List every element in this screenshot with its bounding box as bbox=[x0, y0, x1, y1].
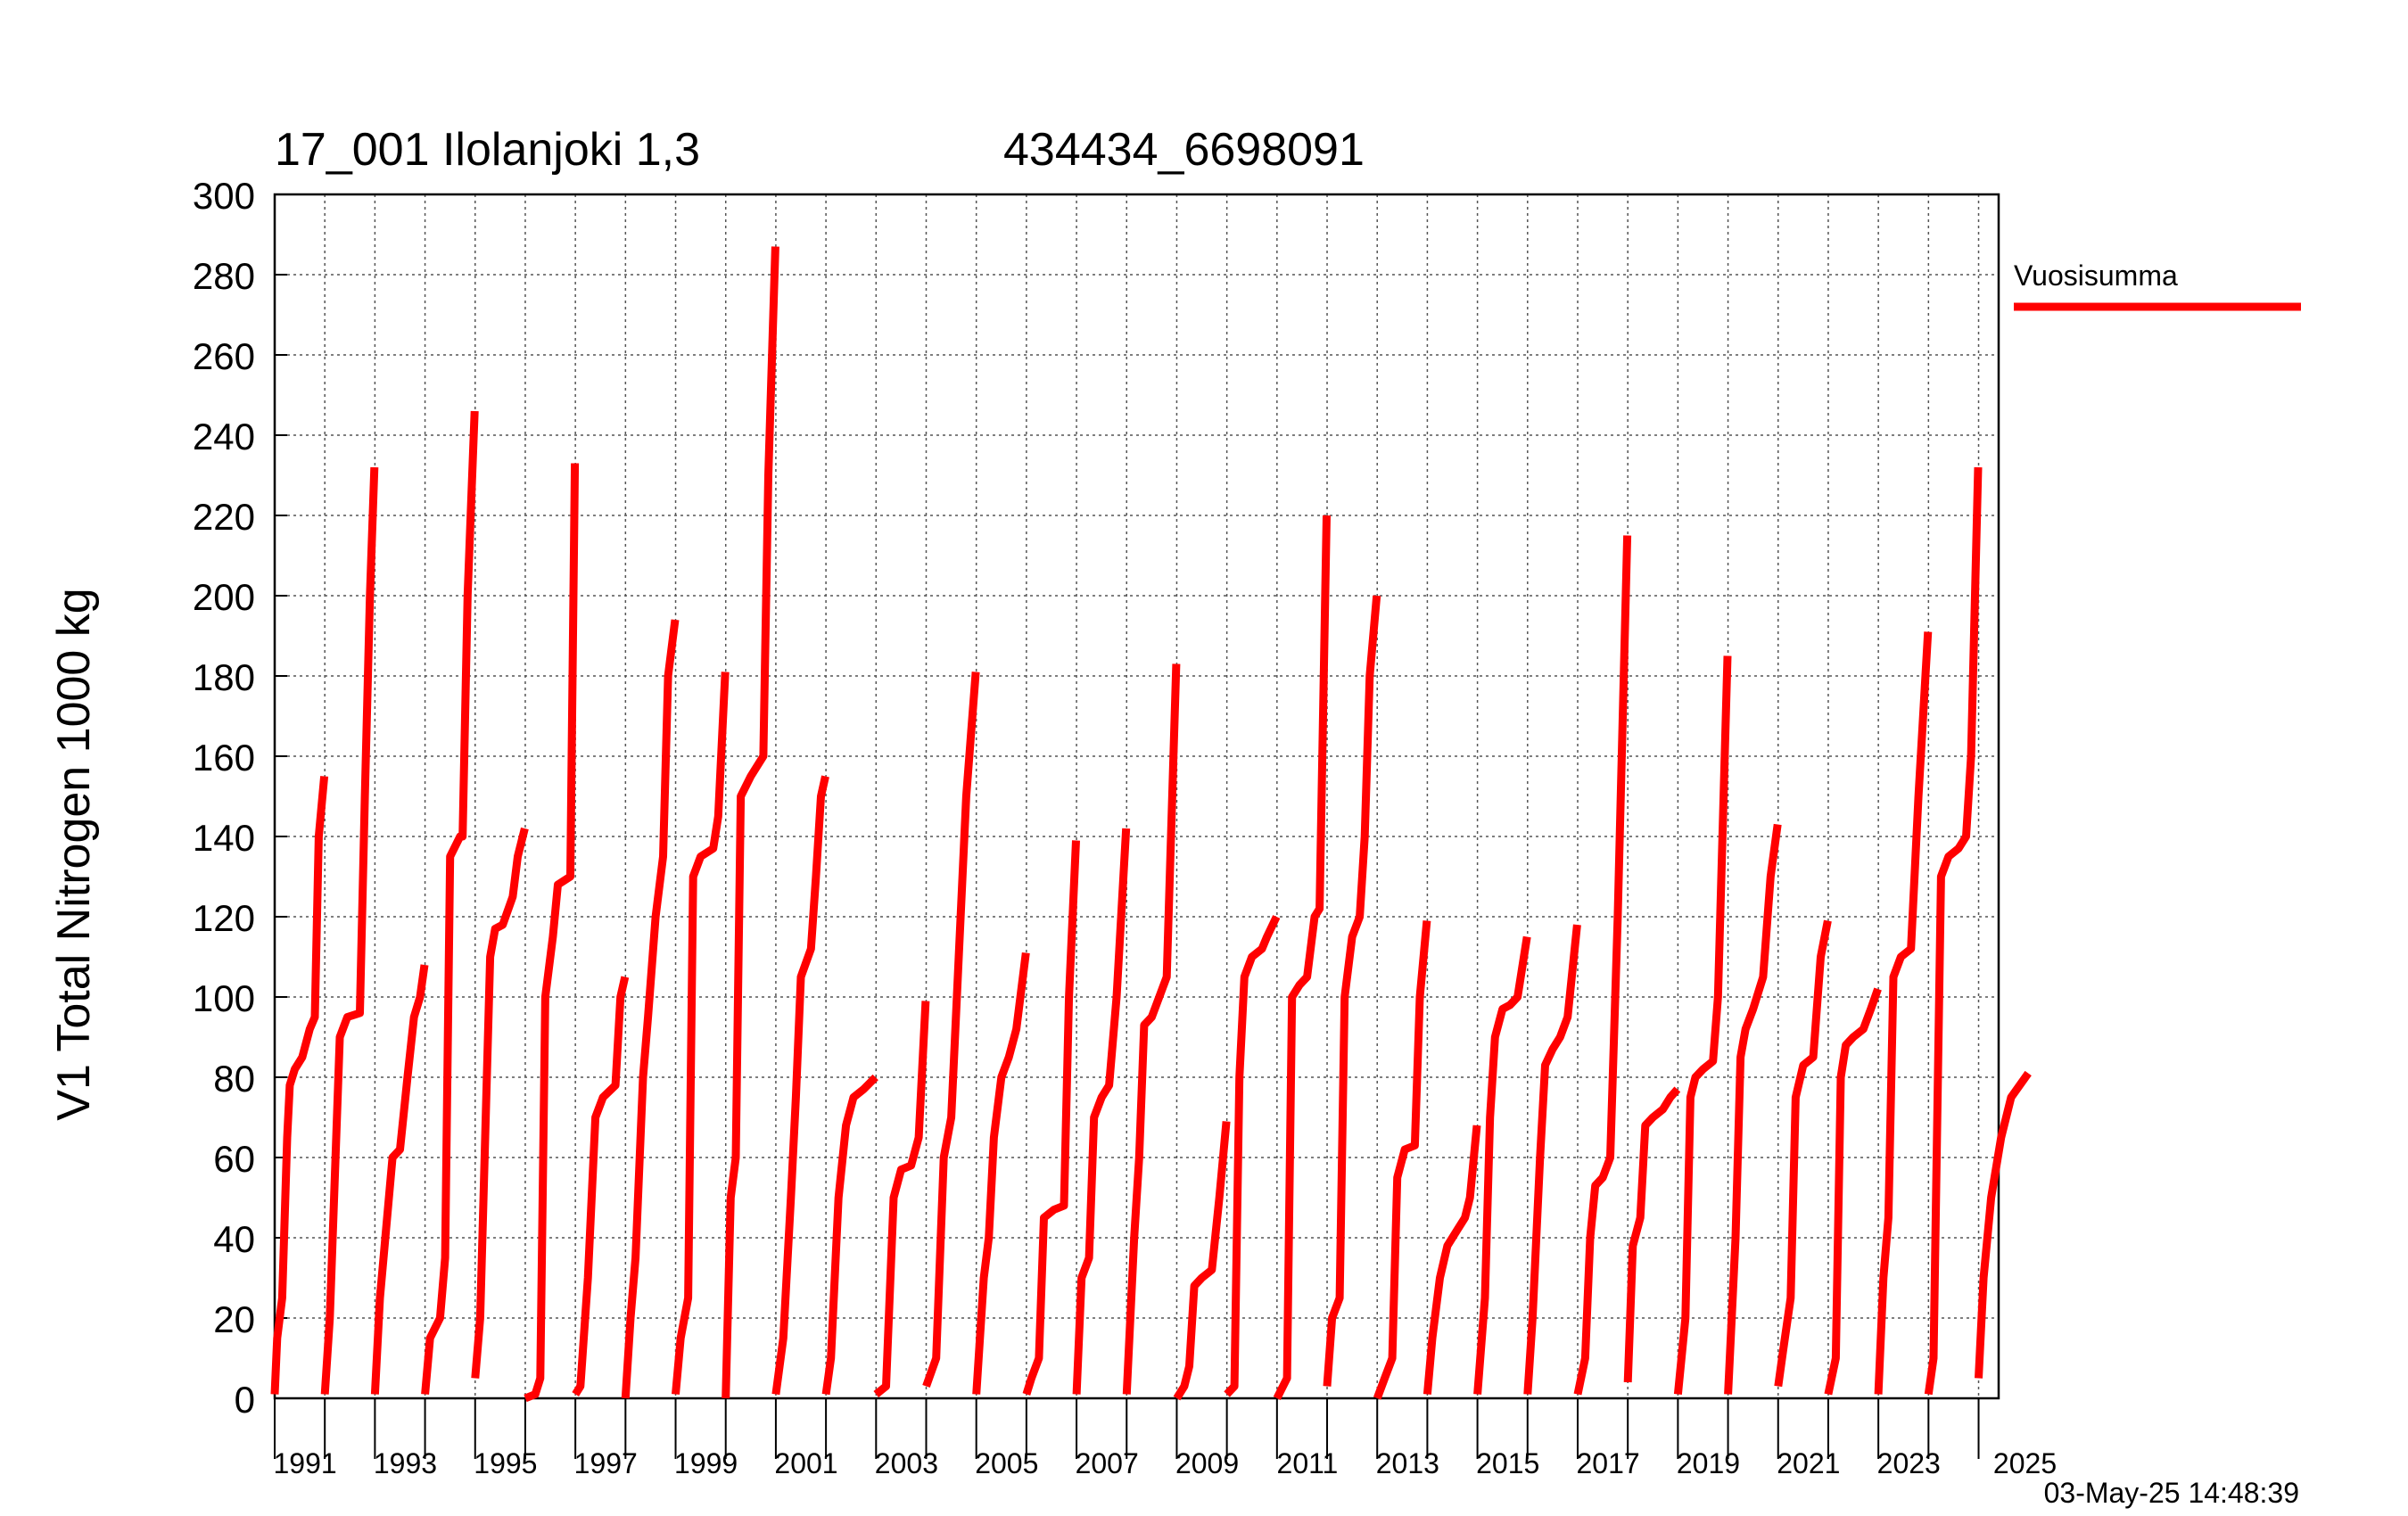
timestamp: 03-May-25 14:48:39 bbox=[2044, 1477, 2299, 1509]
series-line-2011 bbox=[1323, 595, 1381, 1387]
y-tick-label: 280 bbox=[193, 255, 255, 297]
series-line-2015 bbox=[1523, 924, 1581, 1395]
station-id: 434434_6698091 bbox=[1003, 124, 1365, 176]
x-axis: 1991 1993 1995 1997 1999 2001 2003 2005 2007 2009… bbox=[274, 1398, 2057, 1479]
chart-title: 17_001 Ilolanjoki 1,3 bbox=[275, 124, 700, 176]
series-line-2017 bbox=[1623, 1086, 1681, 1383]
y-tick-label: 60 bbox=[213, 1138, 255, 1180]
y-tick-label: 20 bbox=[213, 1298, 255, 1340]
x-tick-label: 2009 bbox=[1175, 1447, 1239, 1479]
series-line-2007 bbox=[1122, 663, 1181, 1395]
legend-label: Vuosisumma bbox=[2014, 260, 2178, 292]
series-line-1992 bbox=[370, 964, 429, 1395]
series-line-1993 bbox=[421, 410, 479, 1395]
series-line-2000 bbox=[771, 775, 829, 1396]
y-axis-label: V1 Total Nitrogen 1000 kg bbox=[48, 588, 100, 1120]
x-tick-label: 2025 bbox=[1993, 1447, 2057, 1479]
series-line-2012 bbox=[1373, 920, 1431, 1400]
x-tick-label: 2011 bbox=[1277, 1447, 1339, 1479]
y-axis: 0 20 40 60 80 100 120 140 160 180 200 220 240 260 280 3… bbox=[193, 175, 287, 1421]
series-line-2008 bbox=[1173, 1121, 1231, 1401]
x-tick-label: 2019 bbox=[1677, 1447, 1740, 1479]
series-line-2006 bbox=[1072, 828, 1131, 1395]
series-line-2023 bbox=[1924, 466, 1983, 1396]
series-line-1997 bbox=[621, 619, 680, 1399]
x-tick-label: 2021 bbox=[1777, 1447, 1840, 1479]
y-tick-label: 200 bbox=[193, 576, 255, 618]
series-line-2002 bbox=[873, 1001, 930, 1398]
series-line-1995 bbox=[524, 463, 580, 1403]
series-line-2018 bbox=[1673, 655, 1732, 1395]
series-line-2021 bbox=[1824, 987, 1882, 1396]
series-line-2010 bbox=[1273, 515, 1331, 1401]
series-line-2013 bbox=[1423, 1125, 1481, 1395]
y-tick-label: 300 bbox=[193, 175, 255, 217]
series-line-2003 bbox=[922, 671, 980, 1388]
x-tick-label: 2007 bbox=[1076, 1447, 1139, 1479]
y-tick-label: 140 bbox=[193, 817, 255, 859]
y-tick-label: 220 bbox=[193, 496, 255, 538]
series-line-1991 bbox=[320, 466, 379, 1395]
x-tick-label: 2013 bbox=[1376, 1447, 1439, 1479]
y-tick-label: 80 bbox=[213, 1058, 255, 1100]
x-tick-label: 2023 bbox=[1877, 1447, 1941, 1479]
chart: 17_001 Ilolanjoki 1,3 434434_6698091 V1 … bbox=[48, 124, 2301, 1509]
series-line-2005 bbox=[1022, 840, 1080, 1396]
x-tick-label: 2003 bbox=[875, 1447, 938, 1479]
x-tick-label: 1999 bbox=[674, 1447, 738, 1479]
x-tick-label: 2001 bbox=[774, 1447, 837, 1479]
series-line-1996 bbox=[572, 976, 630, 1397]
x-tick-label: 2005 bbox=[975, 1447, 1038, 1479]
y-tick-label: 120 bbox=[193, 897, 255, 939]
series-line-1994 bbox=[471, 827, 529, 1379]
series-line-2020 bbox=[1774, 919, 1832, 1388]
series-line-2004 bbox=[972, 952, 1030, 1395]
y-tick-label: 180 bbox=[193, 656, 255, 698]
series-line-1999 bbox=[722, 246, 779, 1399]
series-line-2001 bbox=[821, 1074, 878, 1396]
y-tick-label: 260 bbox=[193, 335, 255, 377]
series-line-2024 bbox=[1975, 1070, 2032, 1379]
x-tick-label: 1991 bbox=[274, 1447, 337, 1479]
y-tick-label: 0 bbox=[235, 1379, 255, 1421]
x-tick-label: 2017 bbox=[1576, 1447, 1639, 1479]
legend: Vuosisumma bbox=[2014, 260, 2301, 311]
y-tick-label: 40 bbox=[213, 1218, 255, 1260]
series-line-2016 bbox=[1573, 535, 1632, 1396]
x-tick-label: 2015 bbox=[1476, 1447, 1539, 1479]
x-tick-label: 1997 bbox=[574, 1447, 638, 1479]
series-vuosisumma bbox=[270, 246, 2032, 1403]
y-tick-label: 240 bbox=[193, 416, 255, 457]
x-tick-label: 1995 bbox=[474, 1447, 537, 1479]
series-line-1990 bbox=[270, 776, 329, 1395]
series-line-2022 bbox=[1874, 631, 1933, 1395]
x-tick-label: 1993 bbox=[374, 1447, 437, 1479]
y-tick-label: 160 bbox=[193, 737, 255, 779]
y-tick-label: 100 bbox=[193, 977, 255, 1019]
series-line-2014 bbox=[1473, 935, 1531, 1395]
series-line-2019 bbox=[1724, 823, 1782, 1395]
series-line-1998 bbox=[672, 671, 730, 1395]
series-line-2009 bbox=[1224, 915, 1281, 1397]
